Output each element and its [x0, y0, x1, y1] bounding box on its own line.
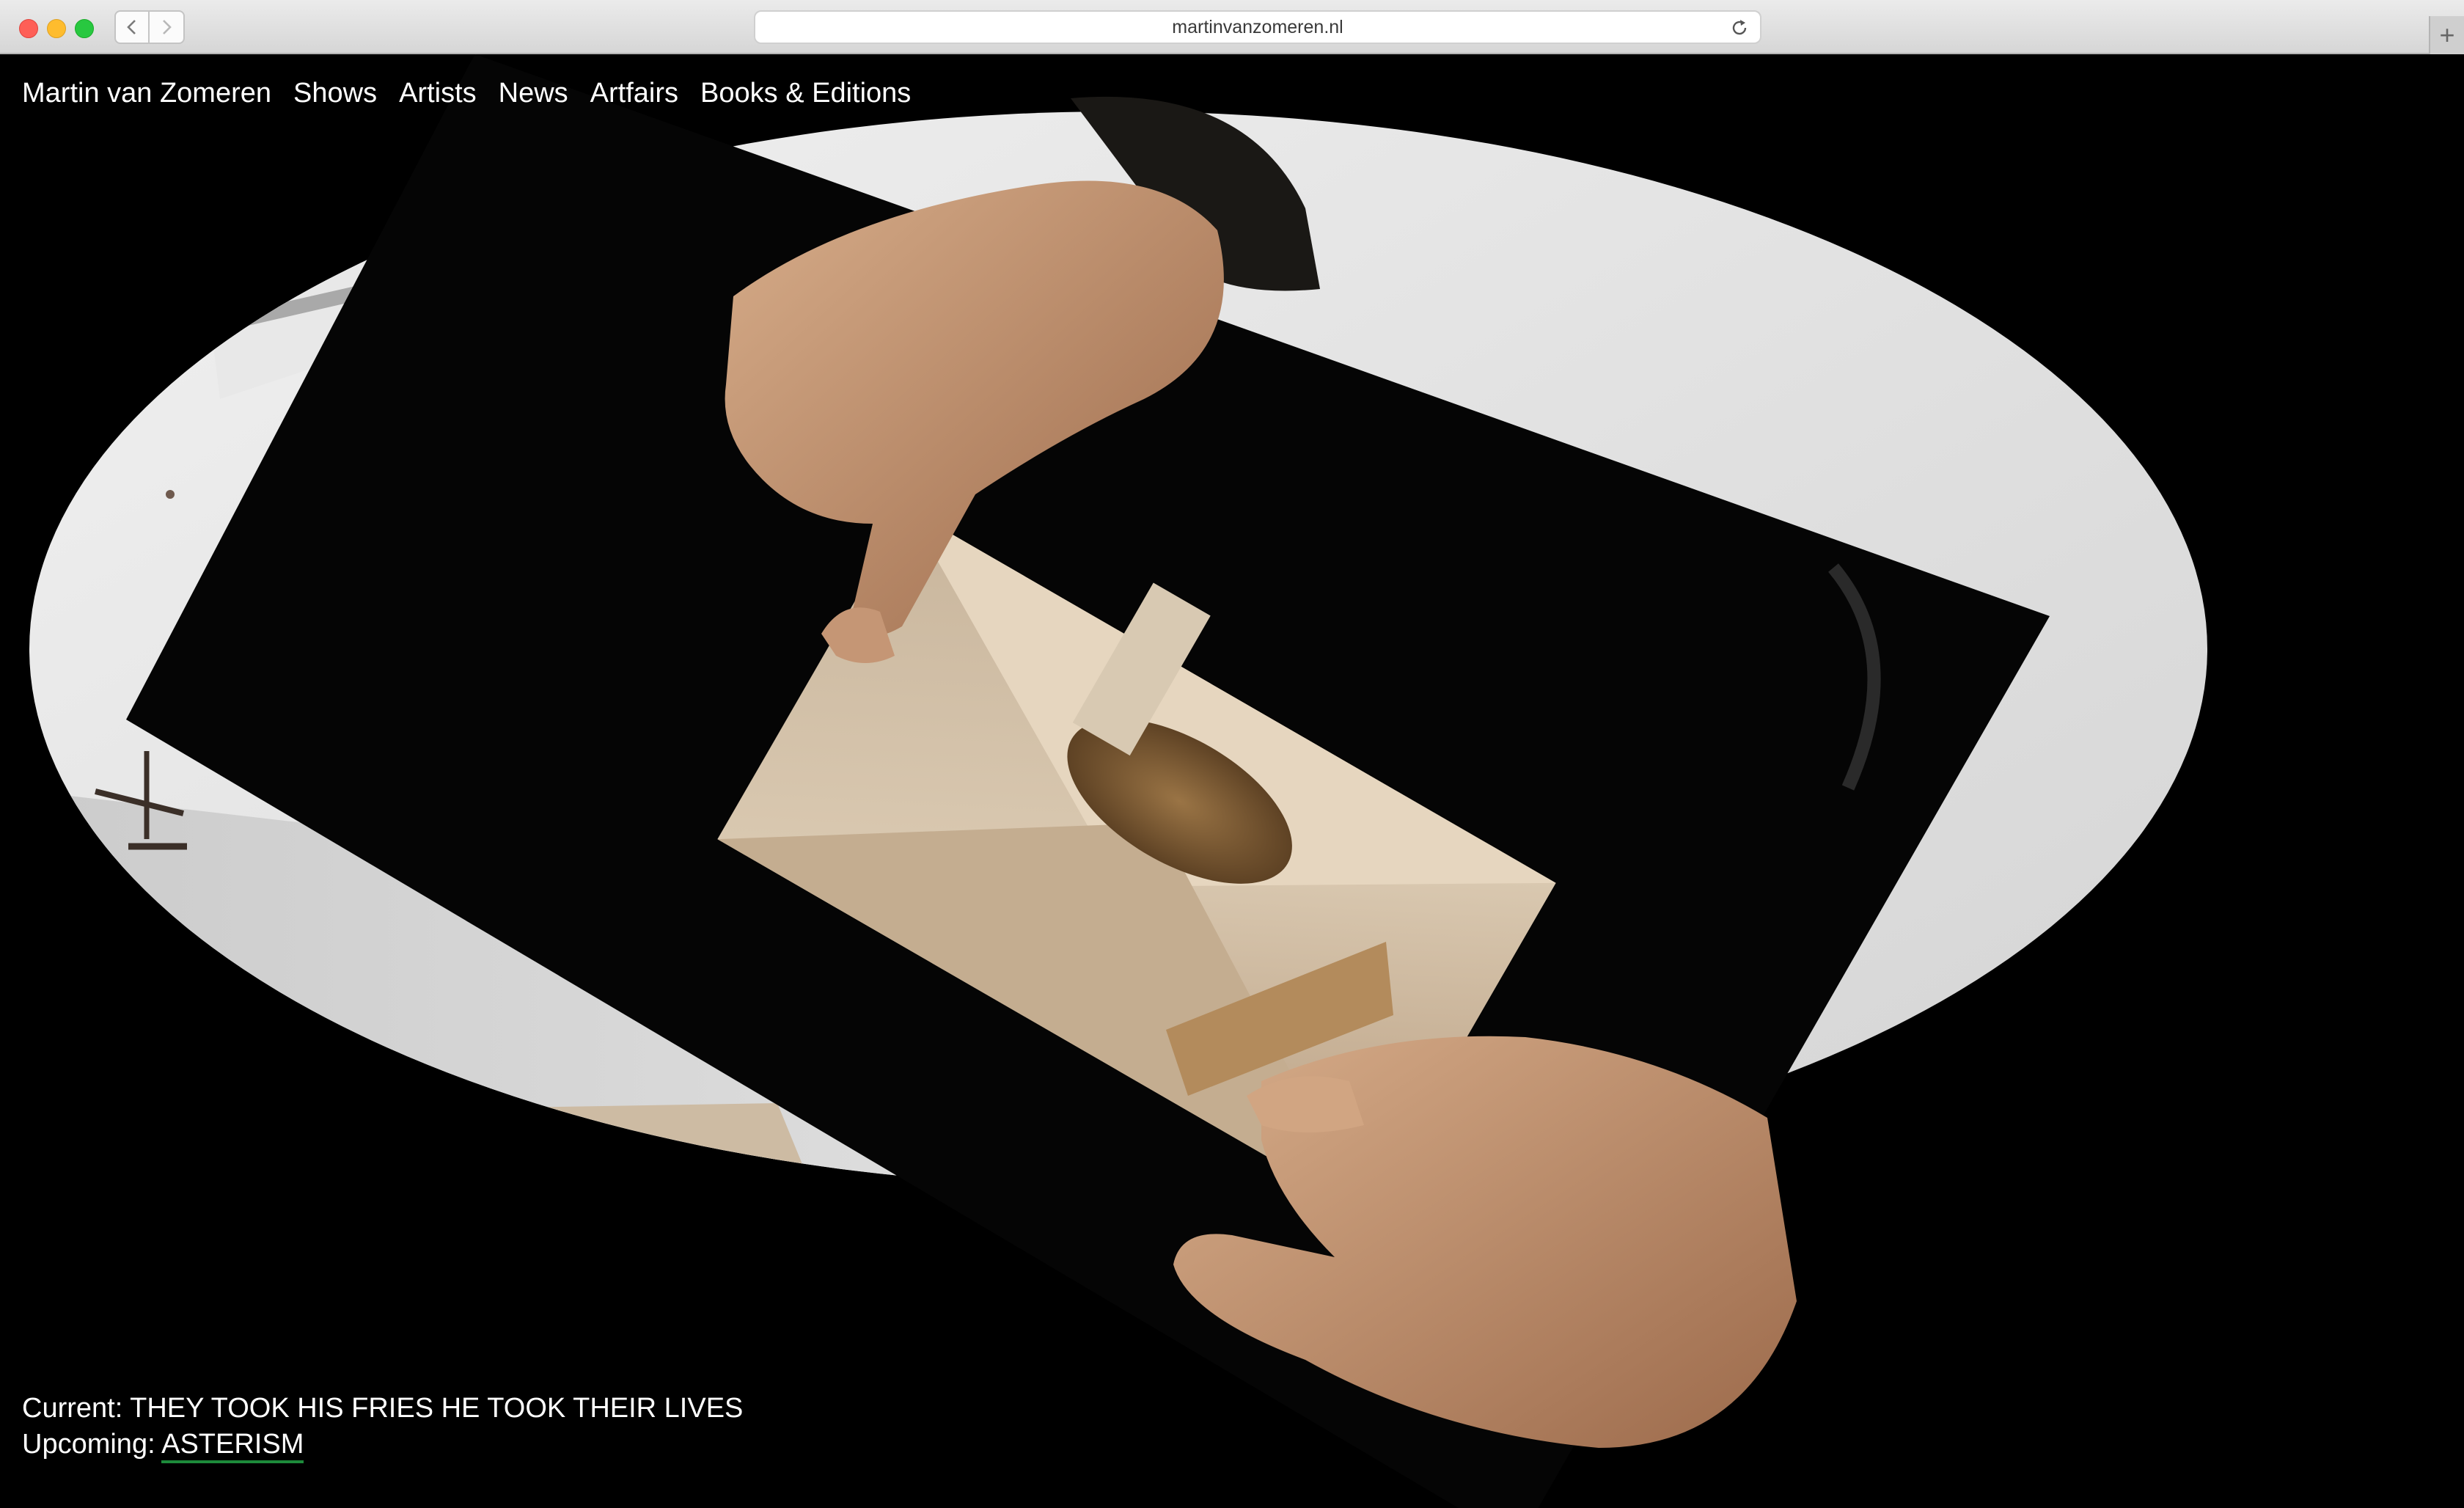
nav-news[interactable]: News: [499, 78, 568, 109]
current-show-row: Current: THEY TOOK HIS FRIES HE TOOK THE…: [22, 1391, 743, 1427]
nav-books-editions[interactable]: Books & Editions: [700, 78, 911, 109]
forward-button[interactable]: [150, 10, 185, 44]
forward-arrow-icon: [163, 20, 172, 34]
plus-icon: +: [2439, 20, 2455, 50]
reload-icon[interactable]: [1729, 18, 1750, 38]
nav-artfairs[interactable]: Artfairs: [590, 78, 678, 109]
nav-artists[interactable]: Artists: [399, 78, 477, 109]
web-page: Martin van Zomeren Shows Artists News Ar…: [0, 54, 2464, 1508]
browser-toolbar: martinvanzomeren.nl +: [0, 0, 2464, 54]
upcoming-show-link[interactable]: ASTERISM: [161, 1429, 304, 1463]
site-logo-link[interactable]: Martin van Zomeren: [22, 78, 271, 109]
close-window-button[interactable]: [19, 19, 38, 38]
upcoming-label: Upcoming:: [22, 1429, 155, 1460]
site-navigation: Martin van Zomeren Shows Artists News Ar…: [22, 78, 933, 109]
upcoming-show-row: Upcoming: ASTERISM: [22, 1427, 743, 1463]
exhibition-status: Current: THEY TOOK HIS FRIES HE TOOK THE…: [22, 1391, 743, 1463]
current-show-title[interactable]: THEY TOOK HIS FRIES HE TOOK THEIR LIVES: [130, 1393, 743, 1424]
minimize-window-button[interactable]: [47, 19, 66, 38]
url-text: martinvanzomeren.nl: [1172, 16, 1343, 37]
new-tab-button[interactable]: +: [2429, 16, 2464, 54]
address-bar[interactable]: martinvanzomeren.nl: [754, 10, 1761, 44]
back-button[interactable]: [114, 10, 150, 44]
current-label: Current:: [22, 1393, 123, 1424]
back-arrow-icon: [127, 20, 136, 34]
zoom-window-button[interactable]: [75, 19, 94, 38]
hero-artwork[interactable]: [0, 54, 2464, 1508]
nav-shows[interactable]: Shows: [293, 78, 377, 109]
